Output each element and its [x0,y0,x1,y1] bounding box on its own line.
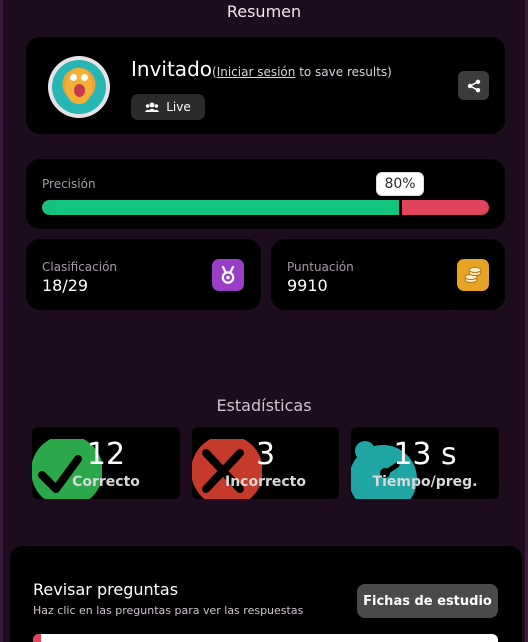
question-item[interactable] [33,634,498,642]
correct-tile: 12 Correcto [32,427,180,499]
accuracy-bar-divider [399,196,402,218]
accuracy-bar [42,200,489,215]
accuracy-card: Precisión 80% [26,159,505,229]
incorrect-marker [33,634,41,642]
rank-label: Clasificación [42,260,118,274]
review-subtitle: Haz clic en las preguntas para ver las r… [33,604,304,617]
live-mode-badge: Live [131,94,205,120]
rank-card: Clasificación 18/29 [26,239,261,310]
share-button[interactable] [458,71,489,100]
guest-name: Invitado [131,57,212,81]
correct-count: 12 [86,437,126,472]
incorrect-count: 3 [255,437,276,472]
share-icon [467,79,480,92]
flashcards-button[interactable]: Fichas de estudio [357,584,498,618]
time-per-question-tile: 13 s Tiempo/preg. [351,427,499,499]
coins-icon [457,259,489,291]
time-per-question-value: 13 s [393,437,457,472]
login-prompt: (Iniciar sesión to save results) [212,65,392,79]
review-title: Revisar preguntas [33,580,179,599]
accuracy-label: Precisión [42,177,96,191]
page-border-left [0,0,3,642]
time-per-question-label: Tiempo/preg. [372,474,478,490]
rank-value: 18/29 [42,276,89,295]
statistics-title: Estadísticas [216,396,312,415]
incorrect-tile: 3 Incorrecto [192,427,339,499]
avocado-avatar-icon [48,56,110,118]
live-badge-label: Live [166,100,191,114]
correct-label: Correcto [72,474,140,490]
medal-icon [212,259,244,291]
login-link[interactable]: Iniciar sesión [217,65,296,79]
incorrect-label: Incorrecto [224,474,306,490]
score-value: 9910 [287,276,328,295]
page-title: Resumen [226,2,302,21]
score-label: Puntuación [287,260,354,274]
review-questions-card: Revisar preguntas Haz clic en las pregun… [10,546,522,642]
group-icon [145,102,160,112]
score-card: Puntuación 9910 [271,239,505,310]
accuracy-bar-correct [42,200,400,215]
accuracy-tooltip: 80% [376,172,424,196]
profile-card: Invitado (Iniciar sesión to save results… [26,37,505,134]
